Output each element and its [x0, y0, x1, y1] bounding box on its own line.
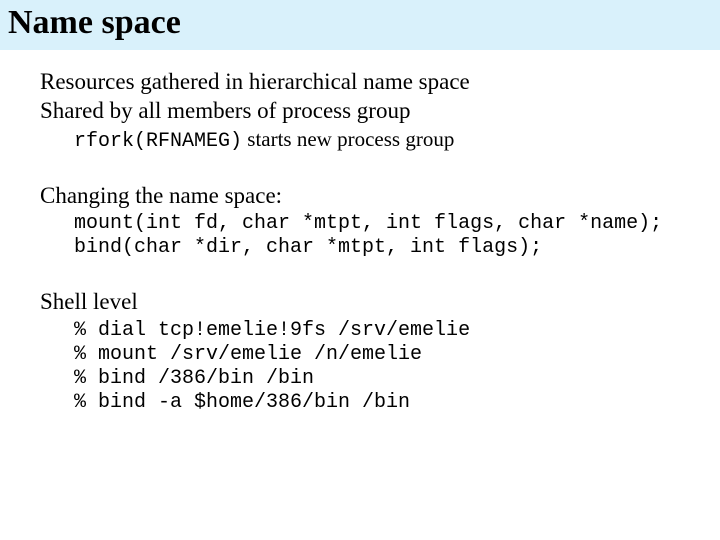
- title-bar: Name space: [0, 0, 720, 50]
- bullet-shared: Shared by all members of process group: [40, 97, 720, 126]
- heading-shell: Shell level: [40, 288, 720, 317]
- code-rfork: rfork(RFNAMEG): [74, 130, 242, 153]
- slide-title: Name space: [8, 4, 712, 42]
- slide-body: Resources gathered in hierarchical name …: [0, 50, 720, 415]
- code-bind: bind(char *dir, char *mtpt, int flags);: [40, 236, 720, 260]
- text-rfork-tail: starts new process group: [242, 127, 454, 151]
- shell-commands: % dial tcp!emelie!9fs /srv/emelie % moun…: [40, 319, 720, 415]
- code-mount: mount(int fd, char *mtpt, int flags, cha…: [40, 212, 720, 236]
- bullet-resources: Resources gathered in hierarchical name …: [40, 68, 720, 97]
- slide: Name space Resources gathered in hierarc…: [0, 0, 720, 540]
- bullet-rfork: rfork(RFNAMEG) starts new process group: [40, 126, 720, 154]
- heading-changing: Changing the name space:: [40, 182, 720, 211]
